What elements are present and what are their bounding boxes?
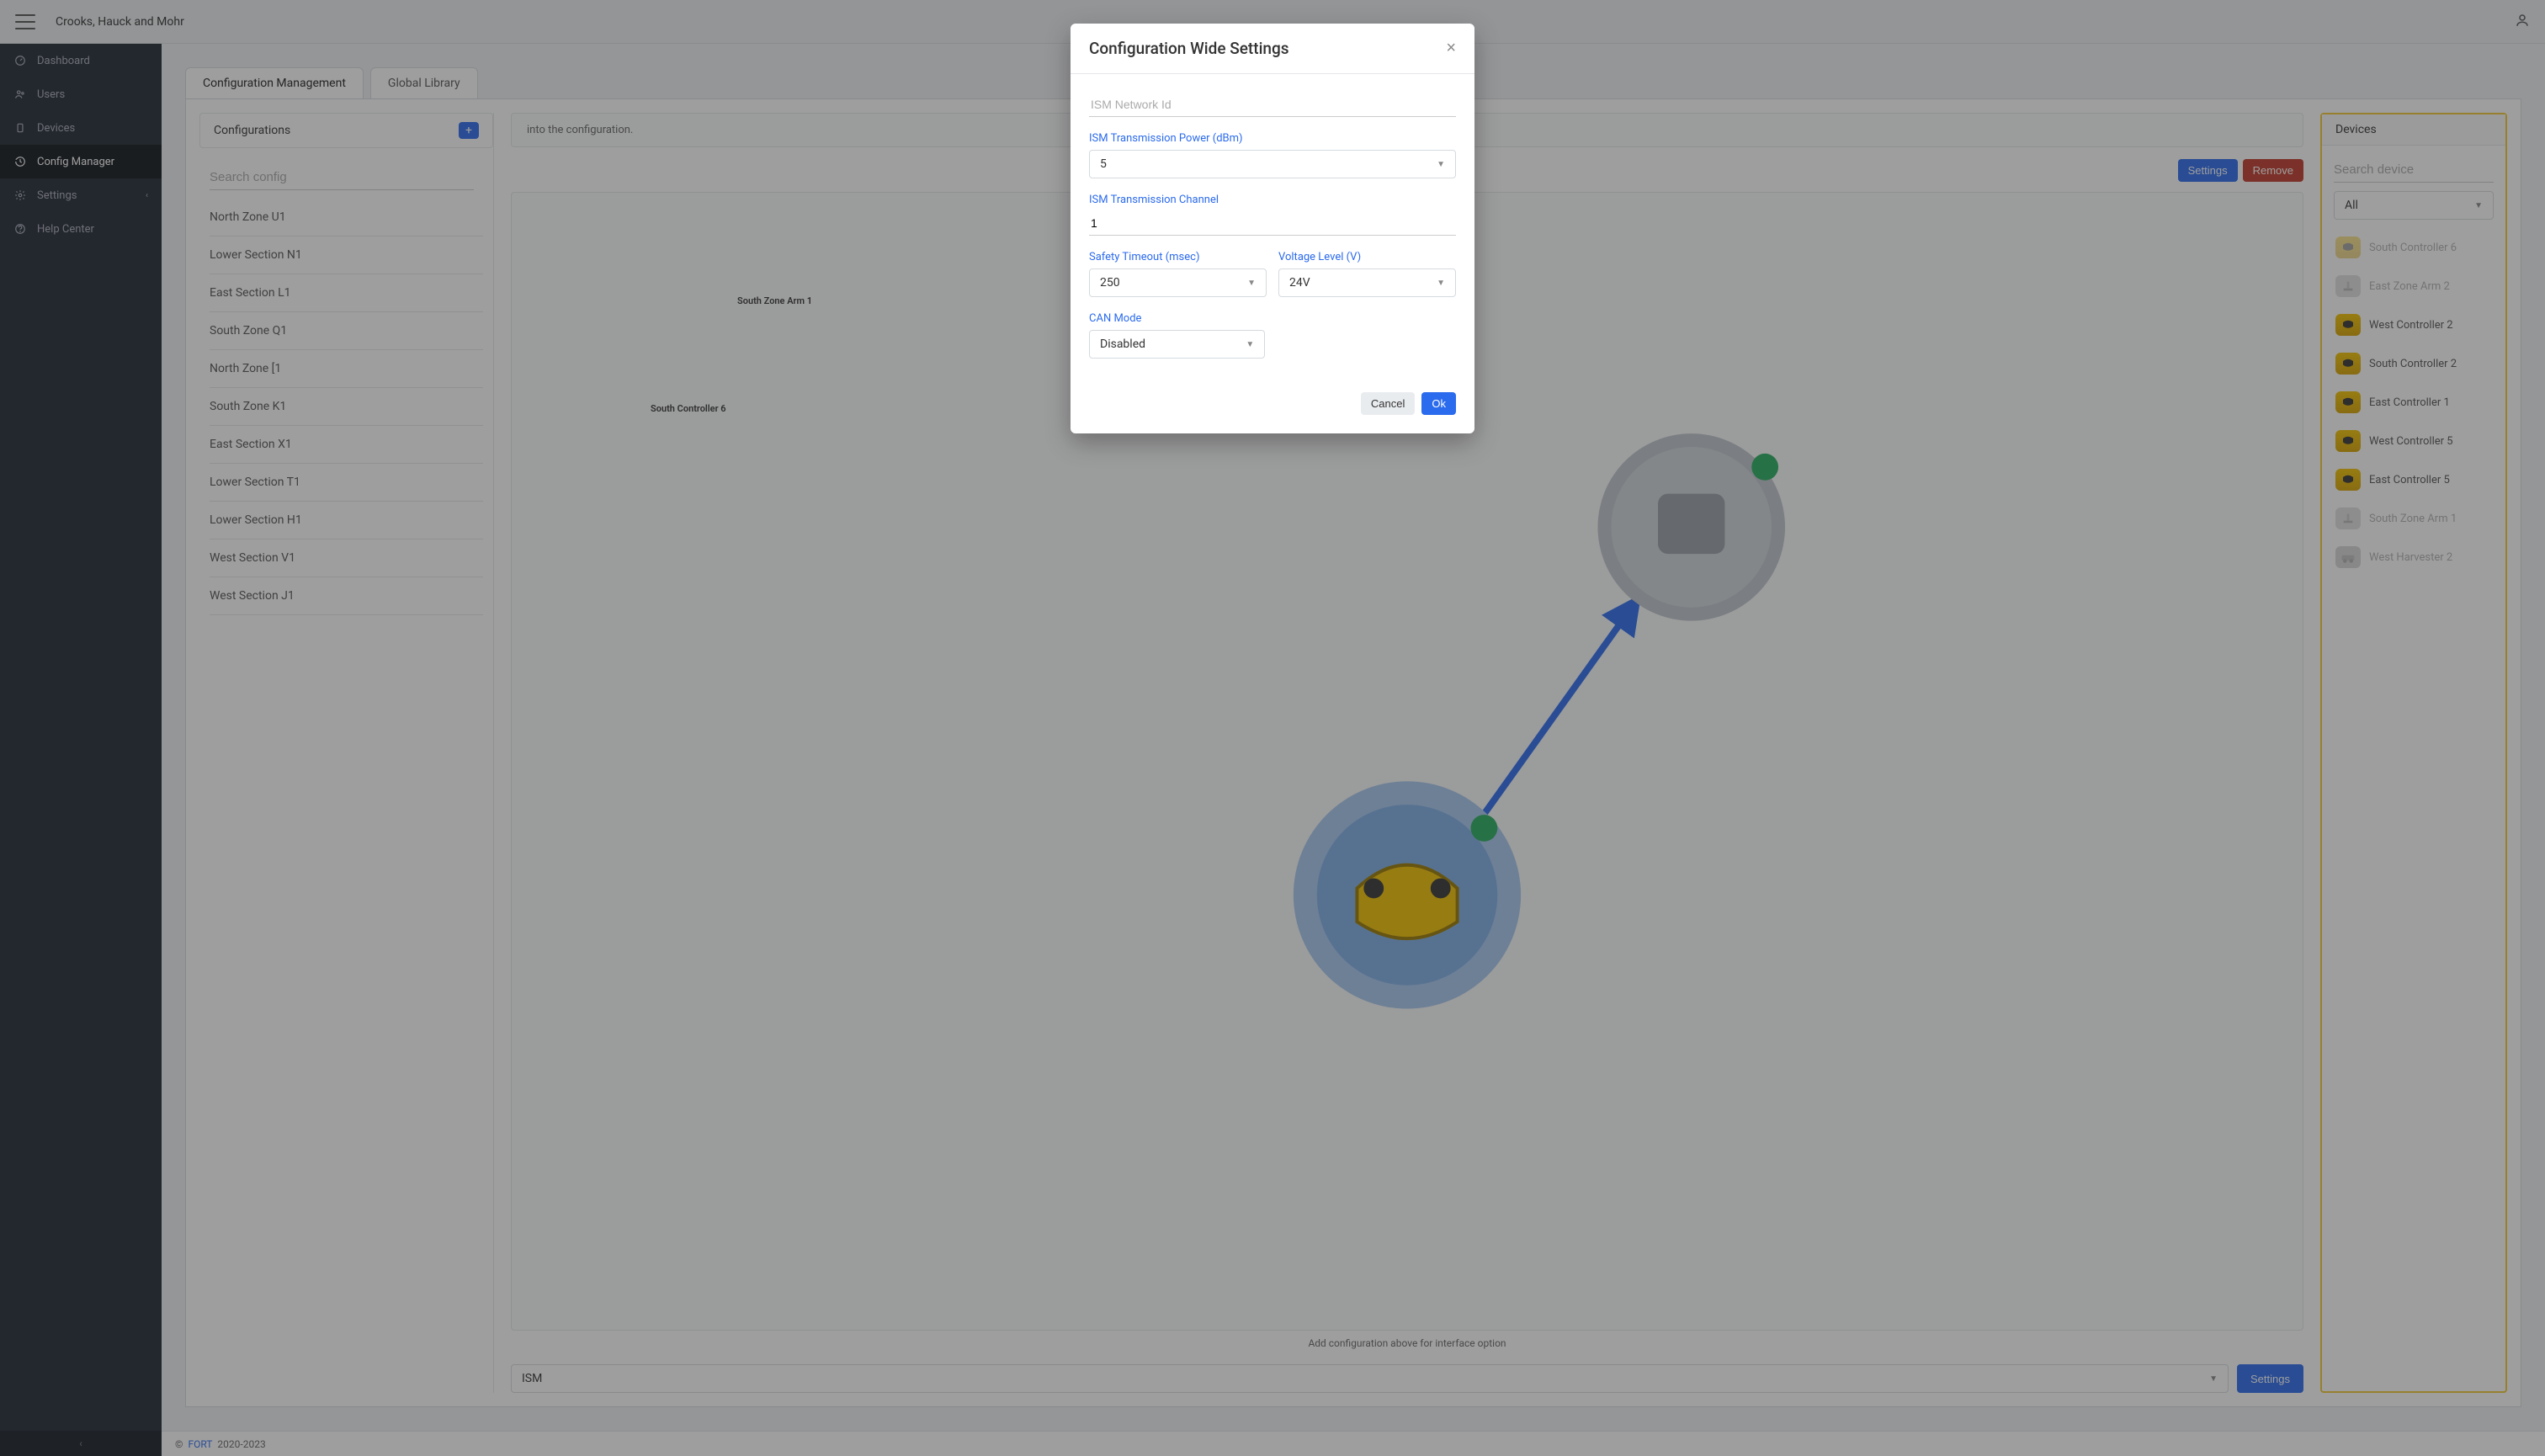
close-button[interactable]: × <box>1446 39 1456 58</box>
chevron-down-icon: ▼ <box>1246 340 1254 349</box>
voltage-level-label: Voltage Level (V) <box>1278 251 1456 263</box>
can-mode-value: Disabled <box>1100 337 1145 351</box>
can-mode-label: CAN Mode <box>1089 312 1265 325</box>
voltage-level-value: 24V <box>1289 276 1310 290</box>
close-icon: × <box>1446 39 1456 57</box>
chevron-down-icon: ▼ <box>1437 160 1445 169</box>
ism-tx-power-label: ISM Transmission Power (dBm) <box>1089 132 1456 145</box>
ism-network-id-input[interactable] <box>1089 93 1456 117</box>
ism-tx-power-select[interactable]: 5 ▼ <box>1089 150 1456 178</box>
safety-timeout-value: 250 <box>1100 276 1120 290</box>
ism-tx-power-value: 5 <box>1100 157 1107 171</box>
modal-title: Configuration Wide Settings <box>1089 39 1289 58</box>
chevron-down-icon: ▼ <box>1247 279 1256 288</box>
ok-button[interactable]: Ok <box>1421 392 1456 415</box>
settings-modal: Configuration Wide Settings × ISM Transm… <box>1071 24 1474 433</box>
cancel-button[interactable]: Cancel <box>1361 392 1415 415</box>
chevron-down-icon: ▼ <box>1437 279 1445 288</box>
modal-overlay[interactable]: Configuration Wide Settings × ISM Transm… <box>0 0 2545 1456</box>
voltage-level-select[interactable]: 24V ▼ <box>1278 268 1456 297</box>
can-mode-select[interactable]: Disabled ▼ <box>1089 330 1265 359</box>
safety-timeout-label: Safety Timeout (msec) <box>1089 251 1267 263</box>
safety-timeout-select[interactable]: 250 ▼ <box>1089 268 1267 297</box>
ism-tx-channel-label: ISM Transmission Channel <box>1089 194 1456 206</box>
ism-tx-channel-input[interactable] <box>1089 211 1456 236</box>
